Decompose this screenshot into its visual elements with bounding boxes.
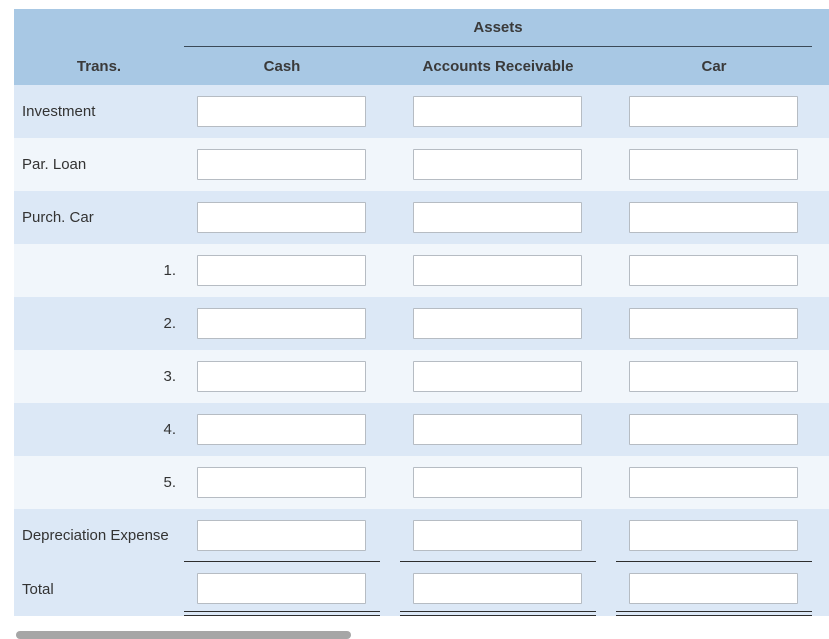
row-label: Investment (22, 103, 96, 120)
table-header: Assets Trans. Cash Accounts Receivable C… (14, 9, 829, 85)
table-row-depreciation-expense: Depreciation Expense (14, 509, 829, 562)
row-label: 3. (163, 368, 176, 385)
assets-worksheet-table: Assets Trans. Cash Accounts Receivable C… (14, 9, 829, 616)
cash-input[interactable] (197, 467, 366, 498)
cash-input[interactable] (197, 149, 366, 180)
total-double-rule (616, 611, 812, 616)
accounts-receivable-input[interactable] (413, 414, 582, 445)
cash-input[interactable] (197, 308, 366, 339)
car-total-input[interactable] (629, 573, 798, 604)
total-double-rule (400, 611, 596, 616)
row-label: 1. (163, 262, 176, 279)
cash-input[interactable] (197, 202, 366, 233)
table-row-3: 3. (14, 350, 829, 403)
car-input[interactable] (629, 308, 798, 339)
accounts-receivable-input[interactable] (413, 202, 582, 233)
car-input[interactable] (629, 467, 798, 498)
car-input[interactable] (629, 149, 798, 180)
car-input[interactable] (629, 96, 798, 127)
table-row-1: 1. (14, 244, 829, 297)
accounts-receivable-input[interactable] (413, 149, 582, 180)
table-row-4: 4. (14, 403, 829, 456)
assets-group-title: Assets (473, 19, 523, 36)
table-row-5: 5. (14, 456, 829, 509)
table-row-total: Total (14, 562, 829, 616)
car-input[interactable] (629, 520, 798, 551)
table-row-investment: Investment (14, 85, 829, 138)
car-input[interactable] (629, 414, 798, 445)
accounts-receivable-input[interactable] (413, 96, 582, 127)
cash-input[interactable] (197, 96, 366, 127)
cash-input[interactable] (197, 520, 366, 551)
table-row-purch-car: Purch. Car (14, 191, 829, 244)
horizontal-scrollbar[interactable] (16, 631, 351, 639)
accounts-receivable-total-input[interactable] (413, 573, 582, 604)
car-input[interactable] (629, 202, 798, 233)
table-row-par-loan: Par. Loan (14, 138, 829, 191)
accounts-receivable-input[interactable] (413, 308, 582, 339)
accounts-receivable-input[interactable] (413, 520, 582, 551)
column-header-car: Car (701, 58, 727, 75)
assets-group-rule (184, 46, 812, 47)
total-label: Total (22, 580, 54, 598)
column-header-trans: Trans. (76, 58, 122, 75)
cash-input[interactable] (197, 361, 366, 392)
row-label: 4. (163, 421, 176, 438)
accounts-receivable-input[interactable] (413, 361, 582, 392)
total-double-rule (184, 611, 380, 616)
row-label: 5. (163, 474, 176, 491)
table-row-2: 2. (14, 297, 829, 350)
cash-total-input[interactable] (197, 573, 366, 604)
accounts-receivable-input[interactable] (413, 467, 582, 498)
cash-input[interactable] (197, 414, 366, 445)
car-input[interactable] (629, 361, 798, 392)
accounts-receivable-input[interactable] (413, 255, 582, 286)
column-header-accounts-receivable: Accounts Receivable (422, 58, 574, 75)
row-label: Purch. Car (22, 209, 94, 226)
row-label: 2. (163, 315, 176, 332)
car-input[interactable] (629, 255, 798, 286)
cash-input[interactable] (197, 255, 366, 286)
row-label: Par. Loan (22, 156, 87, 173)
row-label: Depreciation Expense (22, 527, 169, 544)
column-header-cash: Cash (263, 58, 301, 75)
